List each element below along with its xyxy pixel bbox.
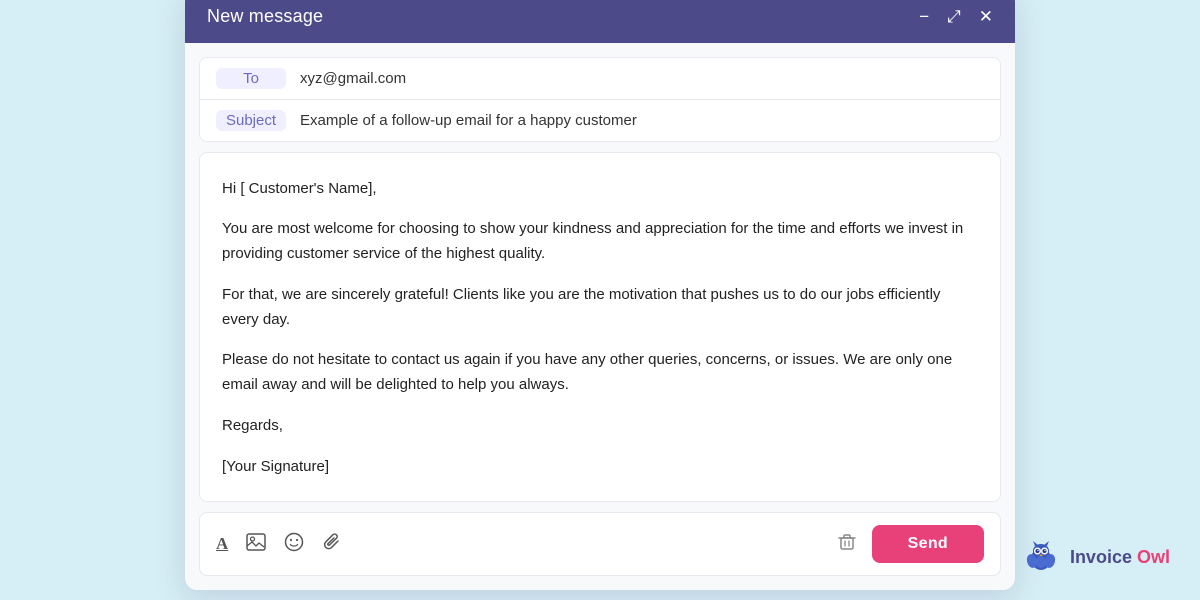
modal-title: New message (207, 6, 323, 27)
modal-footer: A (199, 512, 1001, 576)
subject-field-row: Subject Example of a follow-up email for… (200, 100, 1000, 141)
modal-header-actions: − ⤢ ✕ (919, 8, 993, 25)
to-value[interactable]: xyz@gmail.com (300, 70, 984, 87)
minimize-icon[interactable]: − (919, 8, 929, 25)
brand-name-part2: Owl (1137, 547, 1170, 567)
modal-header: New message − ⤢ ✕ (185, 0, 1015, 43)
closing: Regards, (222, 414, 978, 439)
modal-body[interactable]: Hi [ Customer's Name], You are most welc… (199, 152, 1001, 503)
close-icon[interactable]: ✕ (979, 8, 993, 25)
footer-right: Send (836, 525, 984, 563)
paragraph1: You are most welcome for choosing to sho… (222, 217, 978, 267)
paragraph2: For that, we are sincerely grateful! Cli… (222, 283, 978, 333)
signature: [Your Signature] (222, 455, 978, 480)
expand-icon[interactable]: ⤢ (947, 8, 961, 25)
email-compose-modal: New message − ⤢ ✕ To xyz@gmail.com Subje… (185, 0, 1015, 590)
emoji-icon[interactable] (284, 532, 304, 557)
modal-fields: To xyz@gmail.com Subject Example of a fo… (199, 57, 1001, 142)
body-text: Hi [ Customer's Name], You are most welc… (222, 177, 978, 480)
to-field-row: To xyz@gmail.com (200, 58, 1000, 100)
brand-watermark: Invoice Owl (1022, 538, 1170, 576)
paragraph3: Please do not hesitate to contact us aga… (222, 348, 978, 398)
brand-name-part1: Invoice (1070, 547, 1132, 567)
footer-tools: A (216, 532, 342, 557)
image-icon[interactable] (246, 533, 266, 556)
brand-name: Invoice Owl (1070, 547, 1170, 568)
subject-label: Subject (216, 110, 286, 131)
attach-icon[interactable] (322, 532, 342, 557)
text-format-icon[interactable]: A (216, 534, 228, 554)
delete-icon[interactable] (836, 531, 858, 558)
subject-value[interactable]: Example of a follow-up email for a happy… (300, 112, 984, 129)
to-label: To (216, 68, 286, 89)
greeting: Hi [ Customer's Name], (222, 177, 978, 202)
send-button[interactable]: Send (872, 525, 984, 563)
owl-logo-icon (1022, 538, 1060, 576)
